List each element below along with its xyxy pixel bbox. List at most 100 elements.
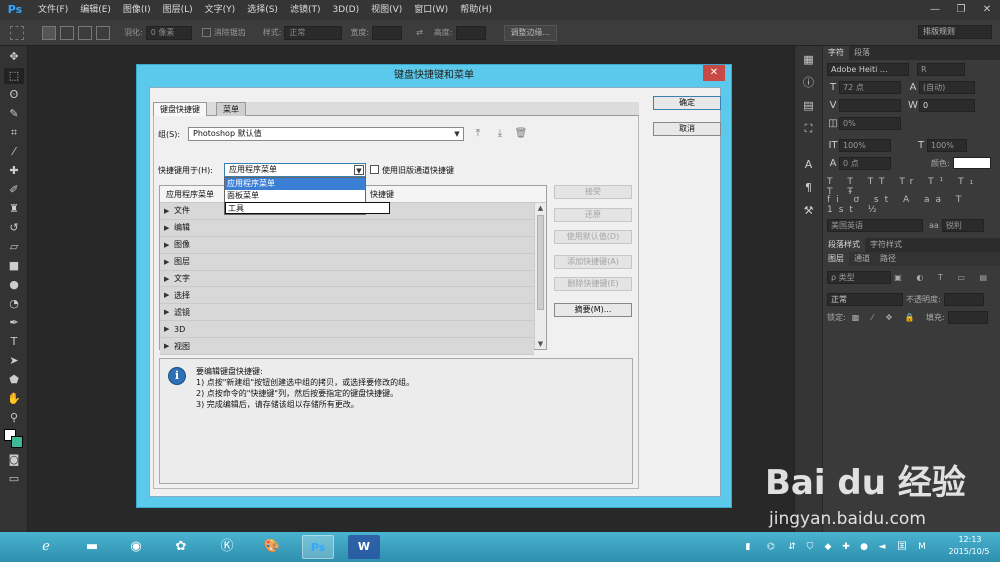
font-size-input[interactable]: 72 点: [839, 80, 901, 94]
table-row[interactable]: ▶ 编辑: [160, 219, 534, 237]
eraser-tool-icon[interactable]: ▱: [4, 239, 24, 255]
dropdown-option-panel-menus[interactable]: 面板菜单: [225, 190, 365, 202]
dodge-tool-icon[interactable]: ◔: [4, 296, 24, 312]
dropdown-option-tools[interactable]: 工具: [225, 202, 390, 214]
move-tool-icon[interactable]: ✥: [4, 49, 24, 65]
legacy-channel-checkbox[interactable]: [370, 165, 379, 174]
tab-menus[interactable]: 菜单: [216, 102, 246, 116]
hand-tool-icon[interactable]: ✋: [4, 391, 24, 407]
tray-arrow-icon[interactable]: ⇵: [786, 541, 798, 553]
pen-tool-icon[interactable]: ✒: [4, 315, 24, 331]
antialias-checkbox[interactable]: [201, 28, 211, 37]
new-set-icon[interactable]: ⤓: [493, 128, 507, 140]
menu-select[interactable]: 选择(S): [241, 0, 284, 20]
character-panel-icon[interactable]: A: [799, 156, 819, 174]
menu-help[interactable]: 帮助(H): [454, 0, 498, 20]
tab-paragraph[interactable]: 段落: [849, 46, 875, 60]
tab-layers[interactable]: 图层: [823, 252, 849, 266]
opentype-buttons[interactable]: fi ơ st A aa T 1st ½: [823, 195, 1000, 215]
subtract-selection-icon[interactable]: [78, 25, 92, 40]
table-row[interactable]: ▶ 视图: [160, 338, 534, 356]
vertical-scale-input[interactable]: 100%: [839, 138, 891, 152]
intersect-selection-icon[interactable]: [96, 25, 110, 40]
color-swatches[interactable]: [4, 429, 24, 449]
close-window-button[interactable]: ✕: [974, 3, 1000, 17]
height-input[interactable]: [455, 25, 486, 40]
language-select[interactable]: 美国英语: [827, 218, 923, 232]
table-row[interactable]: ▶ 图层: [160, 253, 534, 271]
paint-app-icon[interactable]: 🎨: [258, 535, 286, 559]
tab-keyboard-shortcuts[interactable]: 键盘快捷键: [153, 102, 207, 116]
expand-arrow-icon[interactable]: ▶: [164, 342, 174, 350]
info-panel-icon[interactable]: ⓘ: [799, 74, 819, 92]
expand-arrow-icon[interactable]: ▶: [164, 291, 174, 299]
expand-arrow-icon[interactable]: ▶: [164, 308, 174, 316]
tab-channels[interactable]: 通道: [849, 252, 875, 266]
background-color-swatch[interactable]: [11, 436, 23, 448]
plus-icon[interactable]: ✚: [840, 541, 852, 553]
expand-arrow-icon[interactable]: ▶: [164, 275, 174, 283]
volume-icon[interactable]: ◄: [876, 541, 888, 553]
menu-view[interactable]: 视图(V): [365, 0, 408, 20]
font-family-select[interactable]: Adobe Heiti ...: [827, 62, 909, 76]
trash-icon[interactable]: 🗑: [514, 128, 528, 140]
antialias-select[interactable]: 锐利: [941, 218, 984, 232]
battery-icon[interactable]: ▮: [742, 541, 754, 553]
fill-input[interactable]: [947, 310, 988, 324]
blur-tool-icon[interactable]: ●: [4, 277, 24, 293]
scroll-down-icon[interactable]: ▼: [535, 339, 546, 349]
expand-arrow-icon[interactable]: ▶: [164, 325, 174, 333]
table-row[interactable]: ▶ 3D: [160, 321, 534, 339]
table-row[interactable]: ▶ 选择: [160, 287, 534, 305]
tsume-input[interactable]: 0%: [839, 116, 901, 130]
undo-button[interactable]: 还原: [554, 208, 632, 222]
lasso-tool-icon[interactable]: ʘ: [4, 87, 24, 103]
scroll-up-icon[interactable]: ▲: [535, 203, 546, 213]
scroll-thumb[interactable]: [537, 215, 544, 310]
menu-3d[interactable]: 3D(D): [326, 0, 365, 20]
brush-panel-icon[interactable]: ▤: [799, 97, 819, 115]
shield-icon[interactable]: ⛉: [804, 541, 816, 553]
history-panel-icon[interactable]: ▦: [799, 51, 819, 69]
cancel-button[interactable]: 取消: [653, 122, 721, 136]
font-style-select[interactable]: R: [917, 62, 965, 76]
style-select[interactable]: 正常: [284, 25, 343, 40]
table-row[interactable]: ▶ 文字: [160, 270, 534, 288]
tab-paths[interactable]: 路径: [875, 252, 901, 266]
shape-tool-icon[interactable]: ⬟: [4, 372, 24, 388]
ie-icon[interactable]: ℯ: [32, 535, 60, 559]
expand-arrow-icon[interactable]: ▶: [164, 224, 174, 232]
quick-mask-icon[interactable]: ◙: [4, 452, 24, 468]
menu-edit[interactable]: 编辑(E): [74, 0, 117, 20]
blend-mode-select[interactable]: 正常: [827, 292, 903, 306]
menu-file[interactable]: 文件(F): [32, 0, 74, 20]
brush-tool-icon[interactable]: ✐: [4, 182, 24, 198]
accept-button[interactable]: 接受: [554, 185, 632, 199]
dialog-close-button[interactable]: ✕: [703, 65, 725, 81]
pinwheel-app-icon[interactable]: ✿: [167, 535, 195, 559]
photoshop-taskbar-icon[interactable]: Ps: [302, 535, 334, 559]
tracking-input[interactable]: 0: [919, 98, 975, 112]
quick-select-tool-icon[interactable]: ✎: [4, 106, 24, 122]
history-brush-tool-icon[interactable]: ↺: [4, 220, 24, 236]
tab-character[interactable]: 字符: [823, 46, 849, 60]
type-tool-icon[interactable]: T: [4, 334, 24, 350]
zoom-tool-icon[interactable]: ⚲: [4, 410, 24, 426]
summarize-button[interactable]: 摘要(M)...: [554, 303, 632, 317]
baseline-shift-input[interactable]: 0 点: [839, 156, 891, 170]
table-scrollbar[interactable]: ▲ ▼: [534, 203, 546, 349]
width-input[interactable]: [372, 25, 403, 40]
expand-arrow-icon[interactable]: ▶: [164, 207, 174, 215]
marquee-tool-icon[interactable]: [10, 25, 24, 40]
table-row[interactable]: ▶ 滤镜: [160, 304, 534, 322]
tool-presets-icon[interactable]: ⚒: [799, 202, 819, 220]
menu-type[interactable]: 文字(Y): [199, 0, 242, 20]
set-select[interactable]: Photoshop 默认值 ▼: [188, 127, 464, 141]
leading-input[interactable]: (自动): [919, 80, 975, 94]
refine-edge-button[interactable]: 调整边缘...: [503, 24, 558, 41]
tab-paragraph-styles[interactable]: 段落样式: [823, 238, 865, 252]
delete-shortcut-button[interactable]: 删除快捷键(E): [554, 277, 632, 291]
minimize-button[interactable]: —: [922, 3, 948, 17]
add-shortcut-button[interactable]: 添加快捷键(A): [554, 255, 632, 269]
expand-arrow-icon[interactable]: ▶: [164, 241, 174, 249]
